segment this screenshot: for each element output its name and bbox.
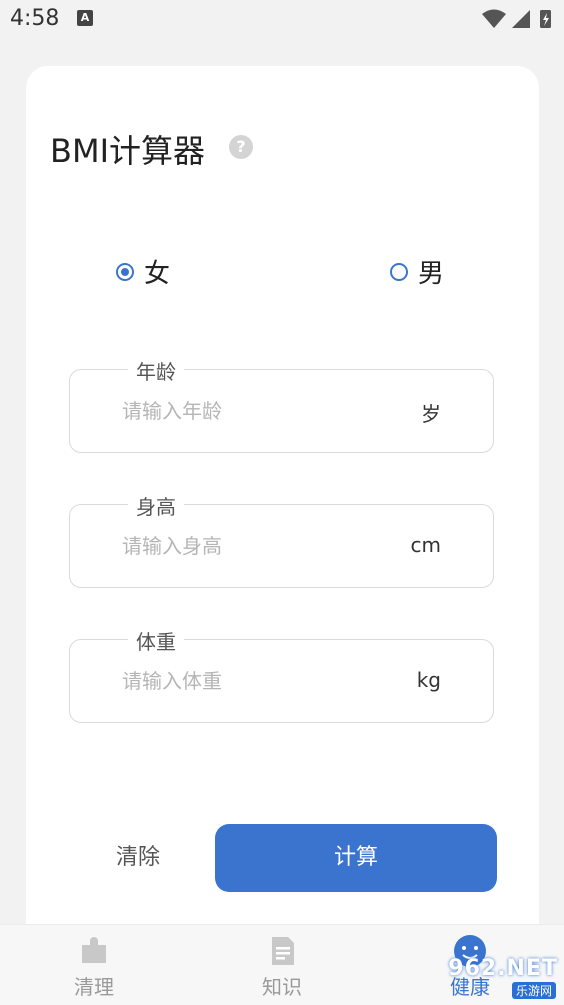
battery-icon xyxy=(540,10,551,28)
gender-male-radio[interactable]: 男 xyxy=(390,253,444,290)
height-unit: cm xyxy=(410,533,441,557)
age-label: 年龄 xyxy=(128,356,184,385)
wifi-icon xyxy=(482,9,506,28)
height-input[interactable] xyxy=(120,527,384,565)
radio-unchecked-icon xyxy=(390,262,408,281)
radio-checked-icon xyxy=(116,262,134,281)
gender-female-label: 女 xyxy=(144,259,171,289)
document-icon xyxy=(272,937,294,965)
height-label: 身高 xyxy=(128,491,184,520)
page-title: BMI计算器 xyxy=(50,132,206,170)
gender-female-radio[interactable]: 女 xyxy=(116,253,170,290)
signal-icon xyxy=(512,10,530,28)
weight-input[interactable] xyxy=(120,662,384,700)
notification-a-icon: A xyxy=(77,10,93,26)
puzzle-icon xyxy=(82,937,106,963)
bmi-card: BMI计算器 ? 女 男 年龄 岁 身高 cm 体重 kg 清除 计算 xyxy=(26,66,539,986)
calculate-button[interactable]: 计算 xyxy=(215,824,497,892)
nav-label-clean: 清理 xyxy=(74,975,114,999)
status-time: 4:58 xyxy=(10,6,60,31)
status-bar: 4:58 A xyxy=(0,0,564,40)
weight-unit: kg xyxy=(416,668,441,692)
weight-field: 体重 kg xyxy=(69,626,494,723)
weight-label: 体重 xyxy=(128,626,184,655)
watermark-brand: 962.NET xyxy=(448,956,558,981)
status-icons xyxy=(480,8,554,34)
nav-label-knowledge: 知识 xyxy=(262,975,302,999)
height-field: 身高 cm xyxy=(69,491,494,588)
nav-item-clean[interactable]: 清理 xyxy=(34,925,154,1005)
help-icon[interactable]: ? xyxy=(229,135,253,159)
clear-button[interactable]: 清除 xyxy=(88,824,188,892)
age-input[interactable] xyxy=(120,392,384,430)
age-unit: 岁 xyxy=(421,402,441,426)
gender-male-label: 男 xyxy=(418,259,445,289)
nav-item-knowledge[interactable]: 知识 xyxy=(222,925,342,1005)
watermark-sub: 乐游网 xyxy=(511,982,556,999)
age-field: 年龄 岁 xyxy=(69,356,494,453)
